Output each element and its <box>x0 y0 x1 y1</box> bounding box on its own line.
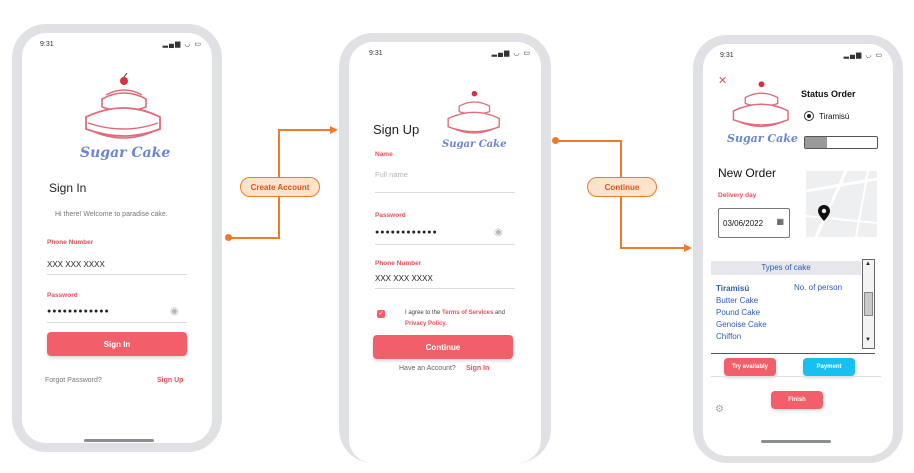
password-label: Password <box>375 212 406 219</box>
screen-order: 9:31 ▂▄▆ ◡ ▭ ✕ Sugar Cake Status Order T… <box>703 44 893 456</box>
finish-button[interactable]: Finish <box>771 391 823 409</box>
logo-text: Sugar Cake <box>442 139 507 150</box>
password-label: Password <box>47 292 78 299</box>
name-underline <box>375 192 515 193</box>
terms-link[interactable]: Terms of Services <box>442 310 493 316</box>
flow-connector <box>556 140 622 142</box>
scroll-up-icon[interactable]: ▲ <box>865 261 871 267</box>
map-roads <box>806 171 877 237</box>
status-radio[interactable] <box>804 111 814 121</box>
eye-icon[interactable]: ◉ <box>170 306 179 317</box>
privacy-link[interactable]: Privacy Policy. <box>405 321 447 327</box>
logo-text: Sugar Cake <box>727 132 798 145</box>
phone-underline <box>47 274 187 275</box>
status-icons: ▂▄▆ ◡ ▭ <box>162 41 202 48</box>
cake-logo <box>447 90 500 134</box>
page-title: Sign In <box>49 181 87 195</box>
payment-button[interactable]: Payment <box>803 358 855 376</box>
scroll-down-icon[interactable]: ▼ <box>865 337 871 343</box>
phone-input[interactable]: XXX XXX XXXX <box>375 274 433 283</box>
cake-logo <box>732 81 789 128</box>
create-account-flow-label: Create Account <box>240 177 320 197</box>
password-underline <box>375 244 515 245</box>
password-underline <box>47 322 187 323</box>
home-indicator <box>84 439 154 442</box>
agree-prefix: I agree to the <box>405 310 441 316</box>
new-order-title: New Order <box>718 166 777 180</box>
welcome-text: Hi there! Welcome to paradise cake. <box>55 211 168 218</box>
cake-logo <box>85 73 161 139</box>
name-label: Name <box>375 151 393 158</box>
logo-text: Sugar Cake <box>80 145 171 161</box>
status-time: 9:31 <box>720 52 734 59</box>
page-title: Sign Up <box>373 122 420 137</box>
signin-button[interactable]: Sign In <box>47 332 187 356</box>
password-input[interactable]: ●●●●●●●●●●●● <box>47 308 110 315</box>
flow-connector <box>620 247 686 249</box>
agree-text: I agree to the Terms of Services and Pri… <box>405 308 525 330</box>
agree-checkbox[interactable]: ✓ <box>377 310 385 318</box>
phone-underline <box>375 288 515 289</box>
status-time: 9:31 <box>369 50 383 57</box>
button-divider <box>711 376 881 377</box>
list-scrollbar[interactable]: ▲ ▼ <box>862 259 875 349</box>
delivery-date-input[interactable]: 03/06/2022 ▦ <box>718 208 790 238</box>
signup-link[interactable]: Sign Up <box>157 377 183 384</box>
screen-signin: 9:31 ▂▄▆ ◡ ▭ Sugar Cake Sign In Hi there… <box>22 33 212 443</box>
settings-gear-icon[interactable]: ⚙ <box>715 404 724 415</box>
scroll-thumb[interactable] <box>864 292 873 316</box>
flow-dot <box>225 234 232 241</box>
name-input[interactable]: Full name <box>375 170 408 179</box>
home-indicator <box>761 440 831 443</box>
delivery-label: Delivery day <box>718 192 757 199</box>
status-item-label: Tiramisú <box>819 112 850 121</box>
delivery-map[interactable] <box>806 171 877 237</box>
cake-type-item[interactable]: Pound Cake <box>716 307 796 319</box>
status-progress-bar <box>804 136 878 149</box>
map-pin-icon <box>818 205 830 221</box>
password-input[interactable]: ●●●●●●●●●●●● <box>375 229 438 236</box>
phone-input[interactable]: XXX XXX XXXX <box>47 260 105 269</box>
arrow-head-icon <box>330 126 338 134</box>
phone-label: Phone Number <box>47 239 94 246</box>
continue-flow-label: Continue <box>587 177 657 197</box>
status-icons: ▂▄▆ ◡ ▭ <box>843 52 883 59</box>
cake-type-item[interactable]: Genoise Cake <box>716 319 796 331</box>
screen-signup: 9:31 ▂▄▆ ◡ ▭ Sign Up Sugar Cake Name Ful… <box>349 42 541 463</box>
cake-type-item[interactable]: Butter Cake <box>716 295 796 307</box>
phone-label: Phone Number <box>375 260 422 267</box>
cake-type-item[interactable]: Chiffon <box>716 331 796 343</box>
arrow-head-icon <box>684 244 692 252</box>
eye-icon[interactable]: ◉ <box>494 227 503 238</box>
flow-connector <box>278 129 332 131</box>
agree-and: and <box>494 310 505 316</box>
signin-link[interactable]: Sign In <box>466 365 489 372</box>
try-availably-button[interactable]: Try availably <box>724 358 776 376</box>
types-header: Types of cake <box>711 261 861 275</box>
no-person-label: No. of person <box>794 283 843 292</box>
close-icon[interactable]: ✕ <box>718 74 727 87</box>
cake-type-item[interactable]: Tiramisú <box>716 283 796 295</box>
calendar-icon[interactable]: ▦ <box>776 217 784 226</box>
status-progress-fill <box>805 137 827 148</box>
forgot-password-link[interactable]: Forgot Password? <box>45 377 102 384</box>
delivery-date-value: 03/06/2022 <box>723 219 764 228</box>
continue-button[interactable]: Continue <box>373 335 513 359</box>
status-order-title: Status Order <box>801 89 856 99</box>
have-account-text: Have an Account? <box>399 365 456 372</box>
flow-connector <box>228 237 280 239</box>
status-icons: ▂▄▆ ◡ ▭ <box>491 50 531 57</box>
cake-list-box: Types of cake Tiramisú Butter Cake Pound C… <box>711 259 875 354</box>
status-time: 9:31 <box>40 41 54 48</box>
cake-types-list: Tiramisú Butter Cake Pound Cake Genoise Cak… <box>716 283 796 343</box>
